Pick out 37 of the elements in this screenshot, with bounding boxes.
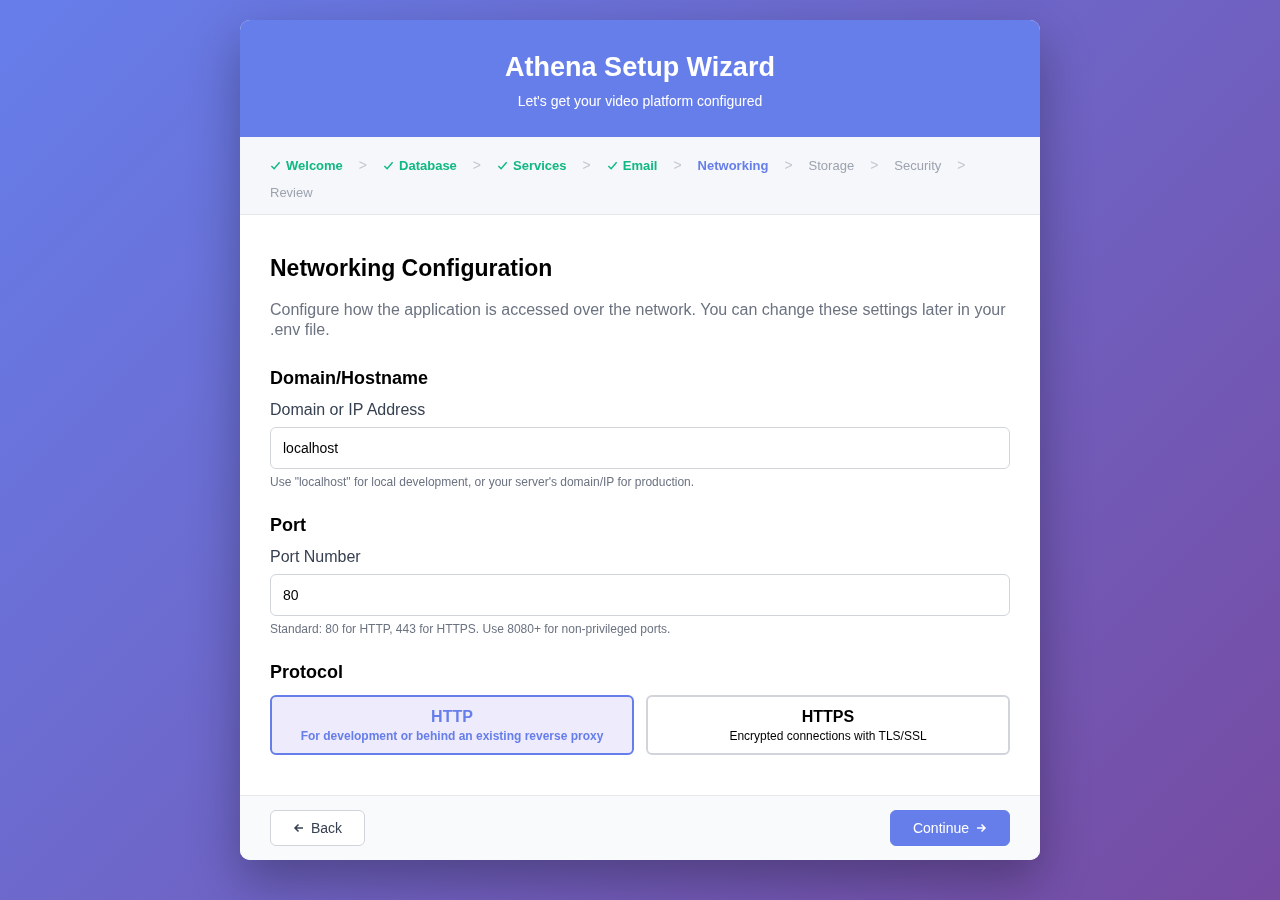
step-separator: > <box>870 157 879 173</box>
section-title: Networking Configuration <box>270 255 554 282</box>
step-separator: > <box>957 157 966 173</box>
step-separator: > <box>472 157 482 173</box>
step-item: Email <box>606 157 658 173</box>
checkmark-icon <box>497 159 509 171</box>
continue-button[interactable]: Continue <box>889 810 1010 846</box>
group-heading: Domain/Hostname <box>270 368 430 389</box>
step-separator: > <box>784 157 793 173</box>
checkmark-icon <box>270 159 281 171</box>
help-text: Standard: 80 for HTTP, 443 for HTTPS. Use 8080+ for non-privileged ports. <box>270 622 672 636</box>
step-item: Networking <box>697 157 769 173</box>
checkmark-icon <box>383 159 395 171</box>
step-item: Review <box>270 185 313 200</box>
step-item: Services <box>497 157 567 173</box>
input-field[interactable]: localhost <box>270 427 1010 469</box>
arrow-left-icon <box>293 822 305 834</box>
wizard-title: Athena Setup Wizard <box>504 52 776 83</box>
description-text: Configure how the application is accessed over the network. You can change these settings later in your .env file. <box>270 300 1007 340</box>
field-label: Port Number <box>270 548 362 566</box>
step-item: Welcome <box>270 157 343 173</box>
arrow-right-icon <box>975 822 987 834</box>
group-heading: Protocol <box>270 662 344 683</box>
step-separator: > <box>358 157 368 173</box>
back-button[interactable]: Back <box>270 810 366 846</box>
field-label: Domain or IP Address <box>270 401 427 419</box>
step-item: Storage <box>808 157 855 173</box>
step-item: Security <box>894 157 942 173</box>
group-heading: Port <box>270 515 307 536</box>
step-item: Database <box>383 157 457 173</box>
step-separator: > <box>673 157 682 173</box>
checkmark-icon <box>606 159 618 171</box>
protocol-option[interactable]: HTTPS Encrypted connections with TLS/SSL <box>646 695 1010 755</box>
help-text: Use "localhost" for local development, or your server's domain/IP for production. <box>270 475 696 489</box>
wizard-subtitle: Let's get your video platform configured <box>516 93 764 109</box>
step-separator: > <box>582 157 591 173</box>
input-field[interactable]: 80 <box>270 574 1010 616</box>
